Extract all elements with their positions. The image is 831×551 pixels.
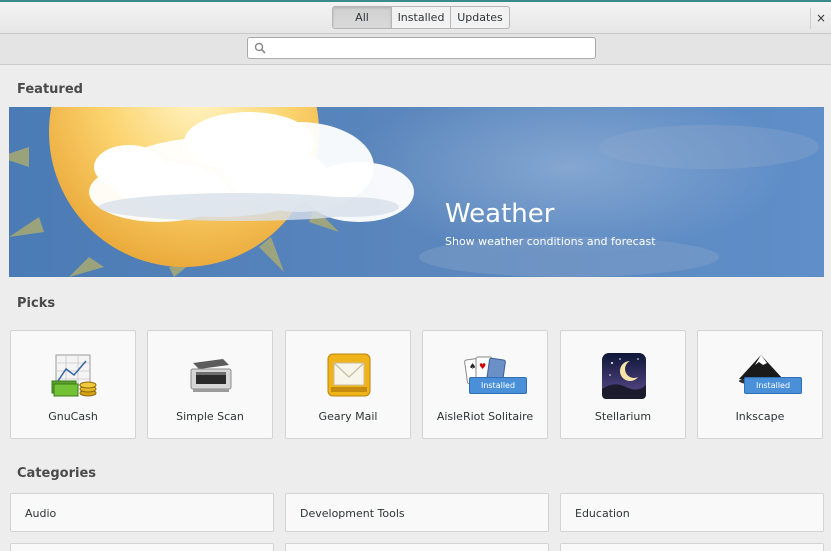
featured-heading: Featured (17, 82, 83, 97)
stellarium-icon (602, 353, 646, 399)
installed-badge: Installed (744, 377, 802, 394)
pick-label-gnucash: GnuCash (48, 410, 98, 423)
category-tile[interactable] (10, 543, 274, 551)
category-tile[interactable] (285, 543, 549, 551)
pick-label-simple-scan: Simple Scan (176, 410, 244, 423)
featured-subtitle: Show weather conditions and forecast (445, 235, 656, 248)
category-education[interactable]: Education (560, 493, 824, 532)
pick-label-aisleriot: AisleRiot Solitaire (436, 410, 534, 423)
search-bar (0, 34, 831, 65)
pick-tile-simple-scan[interactable]: Simple Scan (147, 330, 273, 439)
pick-label-geary-mail: Geary Mail (318, 410, 378, 423)
featured-banner[interactable]: Weather Show weather conditions and fore… (9, 107, 824, 277)
svg-text:♥: ♥ (479, 362, 486, 371)
category-development-tools[interactable]: Development Tools (285, 493, 549, 532)
installed-badge: Installed (469, 377, 527, 394)
category-label: Audio (25, 507, 57, 520)
close-icon: × (815, 11, 827, 25)
search-icon (254, 42, 266, 54)
featured-title: Weather (445, 199, 555, 229)
categories-heading: Categories (17, 466, 97, 481)
category-tile[interactable] (560, 543, 824, 551)
pick-label-inkscape: Inkscape (735, 410, 785, 423)
view-switcher: All Installed Updates (332, 6, 510, 29)
pick-tile-geary-mail[interactable]: Geary Mail (285, 330, 411, 439)
pick-tile-aisleriot[interactable]: ♥ ♠ Installed AisleRiot Solitaire (422, 330, 548, 439)
weather-illustration (9, 107, 819, 277)
pick-tile-stellarium[interactable]: Stellarium (560, 330, 686, 439)
tab-all[interactable]: All (333, 7, 391, 28)
category-label: Education (575, 507, 630, 520)
tab-installed[interactable]: Installed (391, 7, 450, 28)
gnucash-icon (51, 354, 97, 397)
svg-text:♠: ♠ (469, 362, 476, 371)
search-input[interactable] (247, 37, 596, 59)
category-label: Development Tools (300, 507, 405, 520)
pick-label-stellarium: Stellarium (594, 410, 652, 423)
pick-tile-inkscape[interactable]: Installed Inkscape (697, 330, 823, 439)
pick-tile-gnucash[interactable]: GnuCash (10, 330, 136, 439)
category-audio[interactable]: Audio (10, 493, 274, 532)
tab-updates[interactable]: Updates (450, 7, 509, 28)
close-button[interactable]: × (810, 8, 831, 29)
scanner-icon (190, 359, 232, 392)
picks-heading: Picks (17, 296, 56, 311)
header-bar: All Installed Updates × (0, 0, 831, 34)
mail-icon (327, 353, 371, 397)
